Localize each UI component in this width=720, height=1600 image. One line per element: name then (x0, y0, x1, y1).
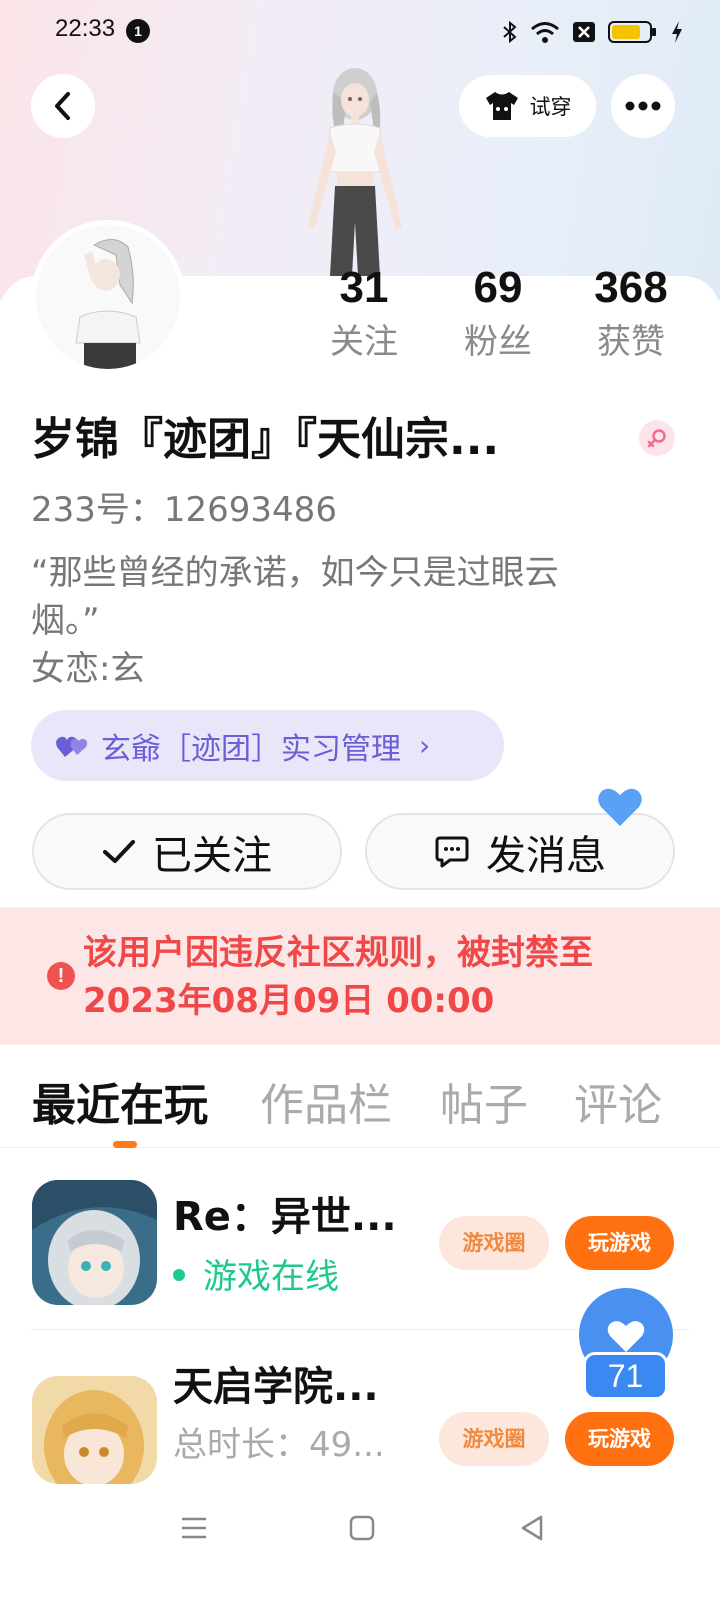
tab-comments[interactable]: 评论 (574, 1076, 662, 1136)
avatar[interactable] (31, 220, 185, 374)
game-icon (32, 1180, 157, 1305)
wifi-icon (531, 22, 559, 43)
back-triangle-icon[interactable] (512, 1508, 552, 1548)
profile-tabs: 最近在玩 作品栏 帖子 评论 (0, 1076, 720, 1148)
menu-icon[interactable] (174, 1508, 214, 1548)
checkmark-icon (103, 839, 135, 863)
game-status-text: 游戏在线 (203, 1257, 339, 1297)
user-id: 233号：12693486 (31, 490, 337, 530)
gender-badge (639, 420, 675, 456)
stat-following-label: 关注 (330, 322, 398, 362)
profile-name: 岁锦『迹团』『天仙宗... (31, 414, 500, 465)
tab-posts[interactable]: 帖子 (440, 1076, 528, 1136)
avatar-image (36, 225, 180, 369)
like-count-badge: 71 (583, 1352, 668, 1400)
tab-active-indicator (113, 1141, 137, 1148)
game-title: 天启学院... (173, 1364, 379, 1410)
female-icon (647, 429, 666, 448)
double-heart-icon (56, 736, 88, 757)
chat-bubble-icon (435, 836, 469, 867)
more-horizontal-icon (625, 101, 661, 111)
stat-fans-label: 粉丝 (464, 322, 532, 362)
game-icon (32, 1376, 157, 1484)
alert-icon: ! (47, 962, 75, 990)
play-game-button[interactable]: 玩游戏 (565, 1412, 674, 1466)
stat-likes-count: 368 (594, 263, 668, 312)
heart-icon (607, 1321, 645, 1352)
stat-following-count: 31 (339, 263, 389, 312)
play-game-button[interactable]: 玩游戏 (565, 1216, 674, 1270)
followed-button[interactable]: 已关注 (32, 813, 342, 890)
intimacy-heart-icon (598, 788, 642, 826)
game-cover-image (32, 1180, 157, 1305)
stat-likes[interactable]: 368 获赞 (576, 262, 686, 364)
game-circle-button[interactable]: 游戏圈 (439, 1412, 549, 1466)
chevron-right-icon: › (419, 729, 431, 762)
tab-works[interactable]: 作品栏 (260, 1076, 392, 1136)
game-status: 游戏在线 (173, 1254, 339, 1300)
user-bio: “那些曾经的承诺，如今只是过眼云 烟。” 女恋:玄 (31, 553, 559, 689)
online-indicator (173, 1268, 185, 1281)
stat-fans[interactable]: 69 粉丝 (443, 262, 553, 364)
chevron-left-icon (55, 92, 70, 120)
status-time: 22:33 (55, 15, 116, 42)
status-bar: 22:33 1 (0, 0, 720, 64)
game-circle-button[interactable]: 游戏圈 (439, 1216, 549, 1270)
more-button[interactable] (611, 74, 675, 138)
home-icon[interactable] (342, 1508, 382, 1548)
back-button[interactable] (31, 74, 95, 138)
character-figure (308, 68, 402, 276)
stat-likes-label: 获赞 (597, 322, 665, 362)
stat-following[interactable]: 31 关注 (309, 262, 419, 364)
battery-icon (608, 21, 656, 43)
title-chip-label: 玄爺［迹团］实习管理 (101, 731, 401, 767)
try-on-label: 试穿 (529, 95, 572, 119)
bluetooth-icon (503, 20, 517, 44)
try-on-button[interactable]: 试穿 (459, 75, 596, 137)
no-sim-icon (573, 22, 595, 42)
tab-recently-played[interactable]: 最近在玩 (32, 1076, 208, 1136)
ban-notice-text: 该用户因违反社区规则，被封禁至2023年08月09日 00:00 (83, 933, 593, 1021)
status-icons (502, 18, 684, 46)
charging-icon (672, 21, 682, 43)
followed-label: 已关注 (152, 832, 272, 879)
send-message-label: 发消息 (486, 832, 606, 879)
stat-fans-count: 69 (473, 263, 523, 312)
game-title: Re：异世... (173, 1194, 397, 1240)
game-playtime: 总时长：49... (173, 1425, 385, 1465)
game-cover-image (32, 1376, 157, 1484)
notification-badge: 1 (126, 19, 150, 43)
title-chip[interactable]: 玄爺［迹团］实习管理 › (31, 710, 504, 781)
tshirt-icon (485, 92, 518, 120)
